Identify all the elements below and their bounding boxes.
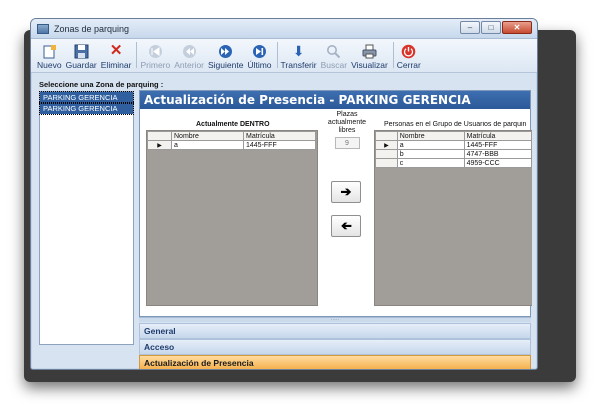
window-title: Zonas de parquing bbox=[54, 23, 130, 34]
section-acceso[interactable]: Acceso bbox=[139, 339, 531, 355]
toolbar-separator bbox=[392, 42, 394, 68]
save-icon bbox=[73, 43, 89, 59]
cell-nombre[interactable]: a bbox=[396, 140, 465, 150]
zone-select-label: Seleccione una Zona de parquing : bbox=[39, 80, 164, 89]
row-selector-icon[interactable]: ▶ bbox=[147, 140, 172, 150]
cell-matricula[interactable]: 4959-CCC bbox=[463, 158, 533, 168]
maximize-button[interactable]: □ bbox=[481, 21, 501, 34]
row-header-corner bbox=[375, 131, 398, 141]
app-icon bbox=[37, 23, 49, 34]
toolbar: Nuevo Guardar ✕ Eliminar Primero Anterio… bbox=[31, 39, 537, 73]
toolbar-separator bbox=[276, 42, 278, 68]
ultimo-button[interactable]: Último bbox=[247, 43, 272, 70]
free-spots-count: 9 bbox=[334, 137, 360, 149]
inside-grid-title: Actualmente DENTRO bbox=[196, 121, 270, 128]
column-header-matricula[interactable]: Matrícula bbox=[463, 131, 533, 141]
printer-icon bbox=[361, 43, 377, 59]
siguiente-button[interactable]: Siguiente bbox=[208, 43, 243, 70]
inside-table: Nombre Matrícula ▶ a 1445-FFF bbox=[147, 131, 316, 150]
move-left-button[interactable]: ➔ bbox=[331, 215, 361, 237]
toolbar-separator bbox=[136, 42, 138, 68]
table-row[interactable]: ▶ a 1445-FFF bbox=[375, 140, 533, 150]
next-record-icon bbox=[218, 43, 234, 59]
free-spots-label: Plazas actualmente libres bbox=[327, 111, 367, 134]
window-controls: – □ ✕ bbox=[460, 21, 532, 34]
row-selector[interactable] bbox=[375, 158, 398, 168]
inside-grid[interactable]: Nombre Matrícula ▶ a 1445-FFF bbox=[146, 130, 318, 306]
row-selector[interactable] bbox=[375, 149, 398, 159]
power-icon bbox=[401, 43, 417, 59]
cell-matricula[interactable]: 4747-BBB bbox=[463, 149, 533, 159]
row-header-corner bbox=[147, 131, 172, 141]
panel-title: Actualización de Presencia - PARKING GER… bbox=[140, 91, 530, 109]
cell-matricula[interactable]: 1445-FFF bbox=[243, 140, 316, 150]
move-right-button[interactable]: ➔ bbox=[331, 181, 361, 203]
column-header-matricula[interactable]: Matrícula bbox=[243, 131, 316, 141]
cerrar-button[interactable]: Cerrar bbox=[397, 43, 421, 70]
row-selector-icon[interactable]: ▶ bbox=[375, 140, 398, 150]
title-bar[interactable]: Zonas de parquing – □ ✕ bbox=[31, 19, 537, 39]
cell-matricula[interactable]: 1445-FFF bbox=[463, 140, 533, 150]
cell-nombre[interactable]: c bbox=[396, 158, 465, 168]
zone-listbox[interactable]: PARKING GERENCIA PARKING GERENCIA bbox=[39, 91, 134, 345]
cell-nombre[interactable]: b bbox=[396, 149, 465, 159]
section-presencia[interactable]: Actualización de Presencia bbox=[139, 355, 531, 369]
group-grid[interactable]: Nombre Matrícula ▶ a 1445-FFF b 4747-BBB… bbox=[374, 130, 533, 306]
minimize-button[interactable]: – bbox=[460, 21, 480, 34]
primero-button[interactable]: Primero bbox=[140, 43, 170, 70]
delete-x-icon: ✕ bbox=[109, 42, 123, 59]
transferir-button[interactable]: ⬇ Transferir bbox=[281, 43, 317, 70]
left-arrow-icon: ➔ bbox=[340, 218, 352, 233]
visualizar-button[interactable]: Visualizar bbox=[351, 43, 388, 70]
zone-list-item[interactable]: PARKING GERENCIA bbox=[39, 91, 134, 104]
group-table: Nombre Matrícula ▶ a 1445-FFF b 4747-BBB… bbox=[375, 131, 533, 168]
previous-record-icon bbox=[181, 43, 197, 59]
right-arrow-icon: ➔ bbox=[340, 184, 352, 199]
zone-list-item[interactable]: PARKING GERENCIA bbox=[39, 102, 134, 115]
anterior-button[interactable]: Anterior bbox=[174, 43, 204, 70]
cell-nombre[interactable]: a bbox=[171, 140, 244, 150]
main-window: Zonas de parquing – □ ✕ Nuevo Guardar ✕ … bbox=[30, 18, 538, 370]
last-record-icon bbox=[252, 43, 268, 59]
new-document-icon bbox=[41, 43, 57, 59]
column-header-nombre[interactable]: Nombre bbox=[396, 131, 465, 141]
section-general[interactable]: General bbox=[139, 323, 531, 339]
eliminar-button[interactable]: ✕ Eliminar bbox=[101, 42, 132, 71]
free-spots: Plazas actualmente libres 9 bbox=[325, 111, 369, 149]
column-header-nombre[interactable]: Nombre bbox=[171, 131, 244, 141]
search-icon bbox=[326, 43, 342, 59]
down-arrow-icon: ⬇ bbox=[292, 43, 305, 59]
panel-splitter[interactable]: ····· bbox=[139, 317, 531, 323]
close-button[interactable]: ✕ bbox=[502, 21, 532, 34]
buscar-button[interactable]: Buscar bbox=[321, 43, 347, 70]
first-record-icon bbox=[147, 43, 163, 59]
table-row[interactable]: c 4959-CCC bbox=[375, 158, 533, 168]
nuevo-button[interactable]: Nuevo bbox=[37, 43, 62, 70]
group-grid-title: Personas en el Grupo de Usuarios de parq… bbox=[384, 121, 527, 128]
presence-panel: Actualización de Presencia - PARKING GER… bbox=[139, 90, 533, 317]
guardar-button[interactable]: Guardar bbox=[66, 43, 97, 70]
table-row[interactable]: ▶ a 1445-FFF bbox=[147, 140, 316, 150]
table-row[interactable]: b 4747-BBB bbox=[375, 149, 533, 159]
